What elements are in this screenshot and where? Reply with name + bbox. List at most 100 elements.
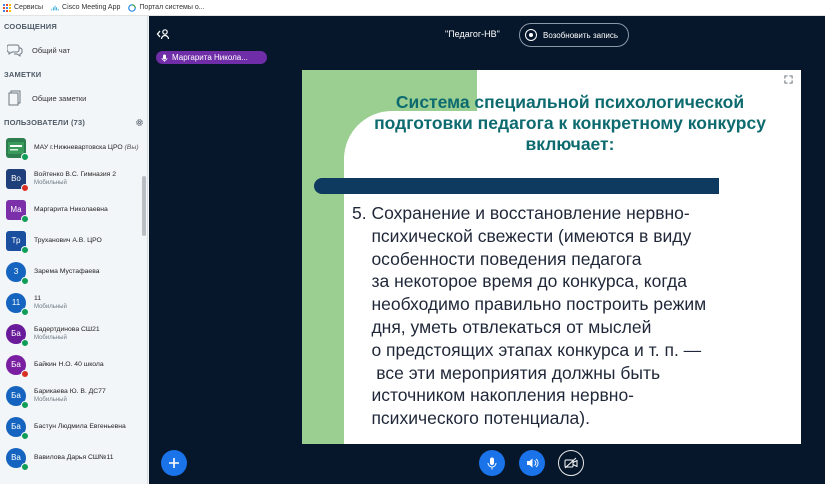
user-device-label: Мобильный xyxy=(34,396,67,403)
user-name-text: МАУ г.Нижневартовска ЦРО xyxy=(34,144,123,151)
microphone-button[interactable] xyxy=(479,450,505,476)
muted-mic-icon xyxy=(21,369,29,378)
user-name: МАУ г.Нижневартовска ЦРО (Вы) xyxy=(34,143,139,152)
user-avatar: 11 xyxy=(6,292,29,316)
user-initials: Ма xyxy=(10,205,22,214)
shared-notes-item[interactable]: Общие заметки xyxy=(0,84,147,112)
user-info: Барикаева Ю. В. ДС77 Мобильный xyxy=(34,387,106,405)
mic-icon xyxy=(161,54,168,62)
user-name-text: Войтенко В.С. Гимназия 2 xyxy=(34,170,116,178)
user-device-label: Мобильный xyxy=(34,179,67,186)
user-avatar: Ба xyxy=(6,385,29,409)
slide-body-text: 5. Сохранение и восстановление нервно- п… xyxy=(352,203,707,429)
mic-status-icon xyxy=(21,462,29,471)
speaker-icon xyxy=(526,458,538,468)
user-name: 11 xyxy=(34,294,67,303)
user-avatar xyxy=(6,137,29,161)
audio-button[interactable] xyxy=(519,450,545,476)
user-list-item[interactable]: Ба Бадертдинова СШ21 Мобильный xyxy=(0,318,147,349)
user-initials: З xyxy=(13,267,19,276)
user-avatar: Во xyxy=(6,168,29,192)
user-list-item[interactable]: Тр Труханович А.В. ЦРО xyxy=(0,225,147,256)
user-list-item[interactable]: 11 11 Мобильный xyxy=(0,287,147,318)
user-list-item[interactable]: Во Войтенко В.С. Гимназия 2 Мобильный xyxy=(0,163,147,194)
mic-status-icon xyxy=(21,152,29,161)
user-initials: Ба xyxy=(11,422,21,431)
portal-icon xyxy=(128,3,137,12)
mic-status-icon xyxy=(21,276,29,285)
mic-status-icon xyxy=(21,431,29,440)
resume-recording-button[interactable]: Возобновить запись xyxy=(519,23,629,47)
user-name-text: Бадертдинова СШ21 xyxy=(34,325,100,333)
user-name: Зарема Мустафаева xyxy=(34,267,100,276)
organization-logo-icon xyxy=(8,141,24,154)
users-section-title: ПОЛЬЗОВАТЕЛИ (73) xyxy=(4,117,86,127)
user-name-text: Зарема Мустафаева xyxy=(34,268,100,275)
user-name-text: Маргарита Николаевна xyxy=(34,206,108,213)
camera-button[interactable] xyxy=(558,450,584,476)
user-name: Бадертдинова СШ21 xyxy=(34,325,100,334)
chat-icon xyxy=(6,42,23,59)
bookmark-services[interactable]: Сервисы xyxy=(3,3,43,12)
mic-status-icon xyxy=(21,307,29,316)
user-info: МАУ г.Нижневартовска ЦРО (Вы) xyxy=(34,143,139,152)
apps-icon xyxy=(3,3,11,12)
user-name: Труханович А.В. ЦРО xyxy=(34,236,102,245)
user-avatar: Ва xyxy=(6,447,29,471)
mic-status-icon xyxy=(21,400,29,409)
camera-off-icon xyxy=(564,457,578,469)
speaker-name: Маргарита Никола... xyxy=(172,53,248,62)
user-info: Войтенко В.С. Гимназия 2 Мобильный xyxy=(34,170,116,188)
actions-button[interactable] xyxy=(161,450,187,476)
public-chat-item[interactable]: Общий чат xyxy=(0,36,147,64)
user-initials: Ба xyxy=(11,360,21,369)
muted-mic-icon xyxy=(21,183,29,192)
shared-notes-label: Общие заметки xyxy=(32,93,87,103)
user-info: Бадертдинова СШ21 Мобильный xyxy=(34,325,100,343)
user-initials: Ба xyxy=(11,329,21,338)
user-list-item[interactable]: Ма Маргарита Николаевна xyxy=(0,194,147,225)
user-name-text: Вавилова Дарья СШ№11 xyxy=(34,454,114,461)
user-name: Бастун Людмила Евгеньевна xyxy=(34,422,126,431)
user-list-item[interactable]: Ба Барикаева Ю. В. ДС77 Мобильный xyxy=(0,380,147,411)
notes-section-title: ЗАМЕТКИ xyxy=(4,69,42,79)
current-speaker-chip: Маргарита Никола... xyxy=(156,51,267,64)
fullscreen-icon[interactable] xyxy=(784,75,793,84)
user-list-item[interactable]: Ва Вавилова Дарья СШ№11 xyxy=(0,442,147,473)
mic-status-icon xyxy=(21,338,29,347)
user-initials: Тр xyxy=(11,236,21,245)
user-avatar: Тр xyxy=(6,230,29,254)
gear-icon[interactable] xyxy=(135,118,144,127)
record-icon xyxy=(525,29,537,41)
bookmark-cisco[interactable]: Cisco Meeting App xyxy=(51,4,120,12)
bookmark-portal[interactable]: Портал системы о... xyxy=(128,3,205,12)
users-section-header: ПОЛЬЗОВАТЕЛИ (73) xyxy=(0,112,147,132)
user-avatar: Ма xyxy=(6,199,29,223)
user-list-item[interactable]: Ба Байкин Н.О. 40 школа xyxy=(0,349,147,380)
presentation-slide: Система специальной психологической подг… xyxy=(302,70,801,444)
user-info: Вавилова Дарья СШ№11 xyxy=(34,453,114,462)
user-name: Вавилова Дарья СШ№11 xyxy=(34,453,114,462)
user-initials: Ва xyxy=(11,453,21,462)
meeting-title: "Педагог-НВ" xyxy=(445,29,500,39)
user-name: Барикаева Ю. В. ДС77 xyxy=(34,387,106,396)
user-list-item[interactable]: З Зарема Мустафаева xyxy=(0,256,147,287)
resume-recording-label: Возобновить запись xyxy=(543,30,619,40)
user-info: Зарема Мустафаева xyxy=(34,267,100,276)
user-info: Труханович А.В. ЦРО xyxy=(34,236,102,245)
microphone-icon xyxy=(487,457,497,469)
mic-status-icon xyxy=(21,245,29,254)
slide-divider-bar xyxy=(314,178,719,194)
user-device-label: Мобильный xyxy=(34,334,67,341)
user-avatar: Ба xyxy=(6,354,29,378)
user-list-item[interactable]: Ба Бастун Людмила Евгеньевна xyxy=(0,411,147,442)
user-list: МАУ г.Нижневартовска ЦРО (Вы) Во Войтенко … xyxy=(0,132,147,473)
slide-title: Система специальной психологической подг… xyxy=(374,92,766,154)
user-list-item[interactable]: МАУ г.Нижневартовска ЦРО (Вы) xyxy=(0,132,147,163)
back-users-icon[interactable] xyxy=(156,27,170,41)
user-avatar: Ба xyxy=(6,416,29,440)
user-initials: Ба xyxy=(11,391,21,400)
user-info: Бастун Людмила Евгеньевна xyxy=(34,422,126,431)
user-name-text: Труханович А.В. ЦРО xyxy=(34,237,102,244)
sidebar-scrollbar[interactable] xyxy=(142,176,146,236)
